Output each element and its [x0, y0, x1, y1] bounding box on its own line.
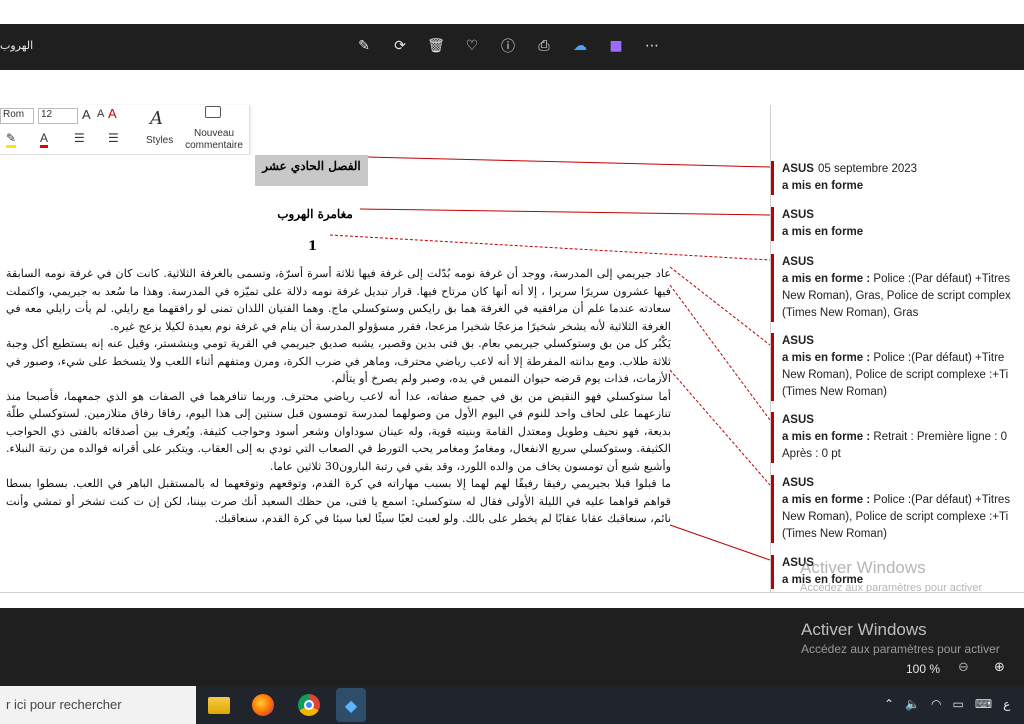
new-comment-button[interactable]: Nouveau commentaire — [183, 128, 245, 152]
wifi-icon[interactable]: ◠ — [931, 697, 941, 711]
format-ribbon: Rom 12 A A A ✎ A ☰ ☰ A Styles Nouveau co… — [0, 105, 250, 155]
activation-watermark-title: Activer Windows — [800, 558, 926, 577]
window-title: الهروب — [0, 39, 34, 52]
comment-author: ASUS — [782, 209, 814, 221]
revision-line — [367, 156, 770, 168]
taskbar-search[interactable]: r ici pour rechercher — [0, 686, 196, 724]
font-name-select[interactable]: Rom — [0, 108, 34, 124]
title-bar: الهروب ✎ ⟳ 🗑 ♡ ⓘ ⎙ ☁ ■ ⋯ — [0, 24, 1024, 70]
revision-markup-lines — [329, 156, 770, 561]
comment-card[interactable]: ASUS a mis en forme : Retrait : Première… — [771, 412, 1024, 463]
battery-icon[interactable]: ▭ — [953, 697, 964, 711]
comment-action: a mis en forme — [782, 226, 864, 238]
comment-author: ASUS — [782, 256, 814, 268]
comment-action: a mis en forme : — [782, 352, 871, 364]
comment-detail: Police :(Par défaut) +Titres — [873, 494, 1011, 506]
comment-action: a mis en forme : — [782, 273, 871, 285]
comment-action: a mis en forme — [782, 180, 864, 192]
revision-line — [669, 369, 770, 486]
chrome-icon[interactable] — [294, 690, 324, 720]
chevron-up-icon[interactable]: ⌃ — [884, 697, 894, 711]
comment-card[interactable]: ASUS a mis en forme : Police :(Par défau… — [771, 254, 1024, 322]
firefox-icon[interactable] — [248, 690, 278, 720]
grow-font-icon[interactable]: A — [82, 107, 91, 122]
zoom-in-icon[interactable]: ⊕ — [994, 660, 1005, 675]
comment-detail: (Times New Roman) — [782, 528, 888, 540]
comment-detail: (Times New Roman), Gras — [782, 307, 919, 319]
highlight-icon[interactable]: ✎ — [6, 131, 17, 148]
info-icon[interactable]: ⓘ — [496, 34, 520, 58]
comment-author: ASUS — [782, 414, 814, 426]
page-bottom-gap — [0, 592, 1024, 608]
comment-author: ASUS — [782, 335, 814, 347]
new-comment-icon[interactable] — [205, 106, 221, 118]
system-tray: ⌃ 🔈 ◠ ▭ ⌨ ع — [884, 697, 1010, 711]
activation-text: Accédez aux paramètres pour activer — [801, 642, 1000, 656]
cloud-off-icon[interactable]: ☁ — [568, 34, 592, 58]
status-bar: Activer Windows Accédez aux paramètres p… — [0, 608, 1024, 686]
comment-detail: Police :(Par défaut) +Titre — [873, 352, 1005, 364]
numbering-icon[interactable]: ☰ — [108, 131, 119, 145]
more-icon[interactable]: ⋯ — [640, 34, 664, 58]
comment-author: ASUS — [782, 477, 814, 489]
heart-icon[interactable]: ♡ — [460, 34, 484, 58]
comment-action: a mis en forme : — [782, 494, 871, 506]
comment-detail: New Roman), Police de script complexe :+… — [782, 369, 1009, 381]
comment-detail: (Times New Roman) — [782, 386, 888, 398]
bullets-icon[interactable]: ☰ — [74, 131, 85, 145]
delete-icon[interactable]: 🗑 — [424, 34, 448, 58]
document-page[interactable]: الفصل الحادي عشر مغامرة الهروب 1 عاد جير… — [0, 155, 770, 592]
comment-detail: Retrait : Première ligne : 0 — [873, 431, 1007, 443]
shrink-font-icon[interactable]: A — [97, 108, 104, 120]
edit-icon[interactable]: ✎ — [352, 34, 376, 58]
comment-detail: New Roman), Police de script complexe :+… — [782, 511, 1009, 523]
revision-line — [329, 234, 770, 261]
comment-detail: Police :(Par défaut) +Titres — [873, 273, 1011, 285]
styles-icon[interactable]: A — [150, 108, 163, 129]
revision-line — [359, 208, 770, 216]
revision-line — [669, 284, 770, 421]
comments-pane: ASUS 05 septembre 2023 a mis en forme ASU… — [771, 155, 1024, 592]
refresh-icon[interactable]: ⟳ — [388, 34, 412, 58]
comment-card[interactable]: ASUS 05 septembre 2023 a mis en forme — [771, 161, 1024, 195]
font-size-select[interactable]: 12 — [38, 108, 78, 124]
revision-line — [669, 524, 770, 561]
folder-icon[interactable]: ■ — [604, 34, 628, 58]
comment-card[interactable]: ASUS a mis en forme : Police :(Par défau… — [771, 475, 1024, 543]
top-strip — [0, 0, 1024, 24]
zoom-level[interactable]: 100 % — [906, 662, 940, 676]
font-color-icon[interactable]: A — [40, 131, 49, 148]
active-app-icon[interactable]: ◆ — [336, 688, 366, 722]
comment-action: a mis en forme : — [782, 431, 871, 443]
styles-button[interactable]: Styles — [146, 135, 173, 146]
file-explorer-icon[interactable] — [204, 690, 234, 720]
clock-text[interactable]: ع — [1003, 697, 1010, 711]
comment-detail: New Roman), Gras, Police de script compl… — [782, 290, 1011, 302]
comment-detail: Après : 0 pt — [782, 448, 841, 460]
comment-card[interactable]: ASUS a mis en forme : Police :(Par défau… — [771, 333, 1024, 401]
comment-card[interactable]: ASUS a mis en forme — [771, 207, 1024, 241]
comment-author: ASUS — [782, 163, 814, 175]
taskbar: r ici pour rechercher ◆ ⌃ 🔈 ◠ ▭ ⌨ ع — [0, 686, 1024, 724]
toolbar: ✎ ⟳ 🗑 ♡ ⓘ ⎙ ☁ ■ ⋯ — [352, 34, 664, 58]
comment-date: 05 septembre 2023 — [817, 163, 918, 175]
speaker-icon[interactable]: 🔈 — [905, 697, 920, 711]
activation-title: Activer Windows — [801, 620, 927, 639]
print-icon[interactable]: ⎙ — [532, 34, 556, 58]
keyboard-icon[interactable]: ⌨ — [975, 697, 992, 711]
clear-format-icon[interactable]: A — [108, 106, 117, 121]
zoom-out-icon[interactable]: ⊖ — [958, 660, 969, 675]
